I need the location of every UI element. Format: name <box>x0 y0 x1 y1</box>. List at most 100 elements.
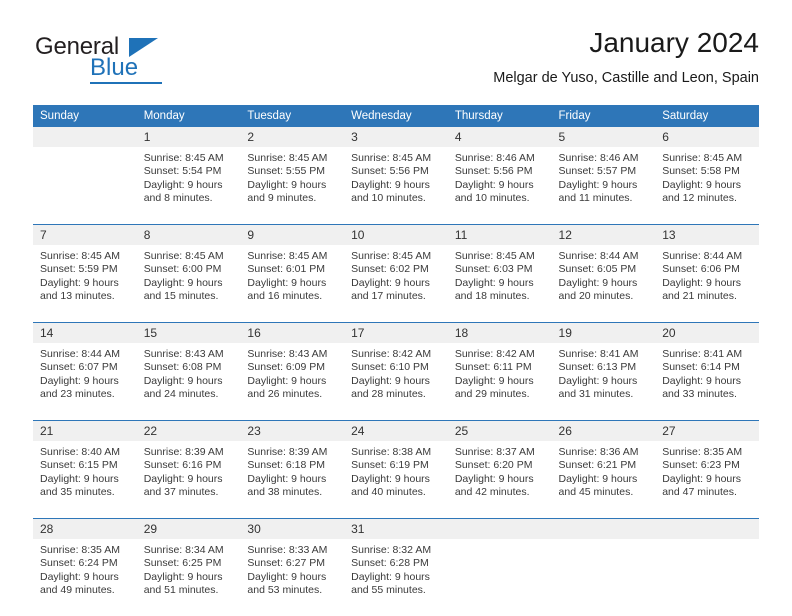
day-cell[interactable]: Sunrise: 8:44 AM Sunset: 6:07 PM Dayligh… <box>33 343 137 421</box>
day-number[interactable]: 27 <box>655 420 759 441</box>
general-blue-logo[interactable]: General Blue <box>33 26 263 86</box>
day-cell[interactable]: Sunrise: 8:45 AM Sunset: 6:03 PM Dayligh… <box>447 245 552 323</box>
day-cell[interactable]: Sunrise: 8:43 AM Sunset: 6:09 PM Dayligh… <box>240 343 345 421</box>
sunset-text: Sunset: 6:07 PM <box>40 361 118 374</box>
day-cell[interactable]: Sunrise: 8:44 AM Sunset: 6:06 PM Dayligh… <box>655 245 759 323</box>
day-number[interactable]: 18 <box>447 322 552 343</box>
daylight-text-line2: and 8 minutes. <box>143 192 213 205</box>
day-cell[interactable]: Sunrise: 8:45 AM Sunset: 6:02 PM Dayligh… <box>344 245 448 323</box>
day-number[interactable]: 12 <box>551 224 656 245</box>
day-number[interactable]: 28 <box>33 518 137 539</box>
day-number[interactable]: 8 <box>136 224 241 245</box>
daylight-text-line2: and 28 minutes. <box>351 388 426 401</box>
day-number[interactable] <box>551 518 656 539</box>
daylight-text-line1: Daylight: 9 hours <box>558 276 638 289</box>
day-number[interactable]: 24 <box>344 420 448 441</box>
day-number[interactable]: 16 <box>240 322 345 343</box>
day-cell[interactable]: Sunrise: 8:39 AM Sunset: 6:16 PM Dayligh… <box>136 441 241 519</box>
day-number[interactable]: 7 <box>33 224 137 245</box>
day-number[interactable]: 5 <box>551 127 656 147</box>
sunrise-text: Sunrise: 8:45 AM <box>247 152 328 164</box>
day-number[interactable]: 9 <box>240 224 345 245</box>
day-cell[interactable]: Sunrise: 8:41 AM Sunset: 6:13 PM Dayligh… <box>551 343 656 421</box>
day-cell[interactable]: Sunrise: 8:42 AM Sunset: 6:11 PM Dayligh… <box>447 343 552 421</box>
daylight-text-line2: and 23 minutes. <box>40 388 115 401</box>
calendar-page: General Blue January 2024 Melgar de Yuso… <box>0 0 792 616</box>
sunrise-text: Sunrise: 8:45 AM <box>454 250 535 262</box>
sunset-text: Sunset: 5:58 PM <box>662 165 740 178</box>
day-number[interactable]: 15 <box>136 322 241 343</box>
sunset-text: Sunset: 6:21 PM <box>558 459 637 472</box>
day-cell[interactable]: Sunrise: 8:43 AM Sunset: 6:08 PM Dayligh… <box>136 343 241 421</box>
day-cell[interactable]: Sunrise: 8:32 AM Sunset: 6:28 PM Dayligh… <box>344 539 448 616</box>
day-cell[interactable]: Sunrise: 8:46 AM Sunset: 5:56 PM Dayligh… <box>447 147 552 225</box>
day-cell[interactable]: Sunrise: 8:38 AM Sunset: 6:19 PM Dayligh… <box>344 441 448 519</box>
sunrise-text: Sunrise: 8:41 AM <box>558 348 639 360</box>
day-cell[interactable]: Sunrise: 8:42 AM Sunset: 6:10 PM Dayligh… <box>344 343 448 421</box>
day-cell[interactable]: Sunrise: 8:33 AM Sunset: 6:27 PM Dayligh… <box>240 539 345 616</box>
day-number[interactable]: 3 <box>344 127 448 147</box>
daylight-text-line2: and 33 minutes. <box>662 388 737 401</box>
day-number[interactable]: 26 <box>551 420 656 441</box>
day-number[interactable]: 1 <box>136 127 241 147</box>
day-number[interactable]: 25 <box>447 420 552 441</box>
day-number[interactable]: 13 <box>655 224 759 245</box>
day-cell[interactable] <box>655 539 759 616</box>
day-cell[interactable] <box>447 539 552 616</box>
day-cell[interactable]: Sunrise: 8:36 AM Sunset: 6:21 PM Dayligh… <box>551 441 656 519</box>
day-cell[interactable]: Sunrise: 8:45 AM Sunset: 5:58 PM Dayligh… <box>655 147 759 225</box>
day-cell[interactable]: Sunrise: 8:39 AM Sunset: 6:18 PM Dayligh… <box>240 441 345 519</box>
day-cell[interactable] <box>33 147 137 225</box>
day-cell[interactable]: Sunrise: 8:41 AM Sunset: 6:14 PM Dayligh… <box>655 343 759 421</box>
day-cell[interactable]: Sunrise: 8:37 AM Sunset: 6:20 PM Dayligh… <box>447 441 552 519</box>
daylight-text-line1: Daylight: 9 hours <box>558 472 638 485</box>
day-number[interactable]: 22 <box>136 420 241 441</box>
sunrise-text: Sunrise: 8:35 AM <box>662 446 743 458</box>
day-number[interactable]: 30 <box>240 518 345 539</box>
day-cell[interactable]: Sunrise: 8:45 AM Sunset: 6:01 PM Dayligh… <box>240 245 345 323</box>
day-number[interactable]: 10 <box>344 224 448 245</box>
day-cell[interactable]: Sunrise: 8:35 AM Sunset: 6:24 PM Dayligh… <box>33 539 137 616</box>
weekday-header-row: Sunday Monday Tuesday Wednesday Thursday… <box>33 105 759 127</box>
sunrise-text: Sunrise: 8:35 AM <box>40 544 120 556</box>
day-cell[interactable]: Sunrise: 8:35 AM Sunset: 6:23 PM Dayligh… <box>655 441 759 519</box>
day-number[interactable]: 4 <box>447 127 552 147</box>
daylight-text-line1: Daylight: 9 hours <box>40 374 119 387</box>
day-number[interactable]: 14 <box>33 322 137 343</box>
day-cell[interactable]: Sunrise: 8:45 AM Sunset: 5:56 PM Dayligh… <box>344 147 448 225</box>
day-cell[interactable]: Sunrise: 8:44 AM Sunset: 6:05 PM Dayligh… <box>551 245 656 323</box>
day-cell[interactable]: Sunrise: 8:45 AM Sunset: 5:54 PM Dayligh… <box>136 147 241 225</box>
sunset-text: Sunset: 6:15 PM <box>40 459 118 472</box>
day-number[interactable] <box>33 127 137 147</box>
sunset-text: Sunset: 6:11 PM <box>454 361 532 374</box>
day-number[interactable]: 2 <box>240 127 345 147</box>
day-number[interactable]: 23 <box>240 420 345 441</box>
daylight-text-line1: Daylight: 9 hours <box>143 570 223 583</box>
daylight-text-line2: and 38 minutes. <box>247 486 323 499</box>
day-number[interactable]: 31 <box>344 518 448 539</box>
day-number[interactable]: 19 <box>551 322 656 343</box>
day-number[interactable]: 20 <box>655 322 759 343</box>
day-cell[interactable]: Sunrise: 8:46 AM Sunset: 5:57 PM Dayligh… <box>551 147 656 225</box>
daylight-text-line2: and 47 minutes. <box>662 486 737 499</box>
day-cell[interactable]: Sunrise: 8:45 AM Sunset: 5:55 PM Dayligh… <box>240 147 345 225</box>
daylight-text-line2: and 18 minutes. <box>454 290 530 303</box>
daylight-text-line1: Daylight: 9 hours <box>143 472 223 485</box>
day-number[interactable] <box>447 518 552 539</box>
day-cell[interactable]: Sunrise: 8:34 AM Sunset: 6:25 PM Dayligh… <box>136 539 241 616</box>
day-number[interactable]: 17 <box>344 322 448 343</box>
daylight-text-line2: and 40 minutes. <box>351 486 426 499</box>
week-detail-row: Sunrise: 8:40 AM Sunset: 6:15 PM Dayligh… <box>33 441 759 519</box>
sunset-text: Sunset: 5:56 PM <box>454 165 533 178</box>
day-number[interactable]: 21 <box>33 420 137 441</box>
day-cell[interactable]: Sunrise: 8:45 AM Sunset: 6:00 PM Dayligh… <box>136 245 241 323</box>
day-number[interactable]: 6 <box>655 127 759 147</box>
weekday-header-thursday: Thursday <box>447 105 552 127</box>
day-cell[interactable] <box>551 539 656 616</box>
day-cell[interactable]: Sunrise: 8:45 AM Sunset: 5:59 PM Dayligh… <box>33 245 137 323</box>
day-cell[interactable]: Sunrise: 8:40 AM Sunset: 6:15 PM Dayligh… <box>33 441 137 519</box>
daylight-text-line2: and 17 minutes. <box>351 290 426 303</box>
day-number[interactable]: 29 <box>136 518 241 539</box>
day-number[interactable] <box>655 518 759 539</box>
day-number[interactable]: 11 <box>447 224 552 245</box>
